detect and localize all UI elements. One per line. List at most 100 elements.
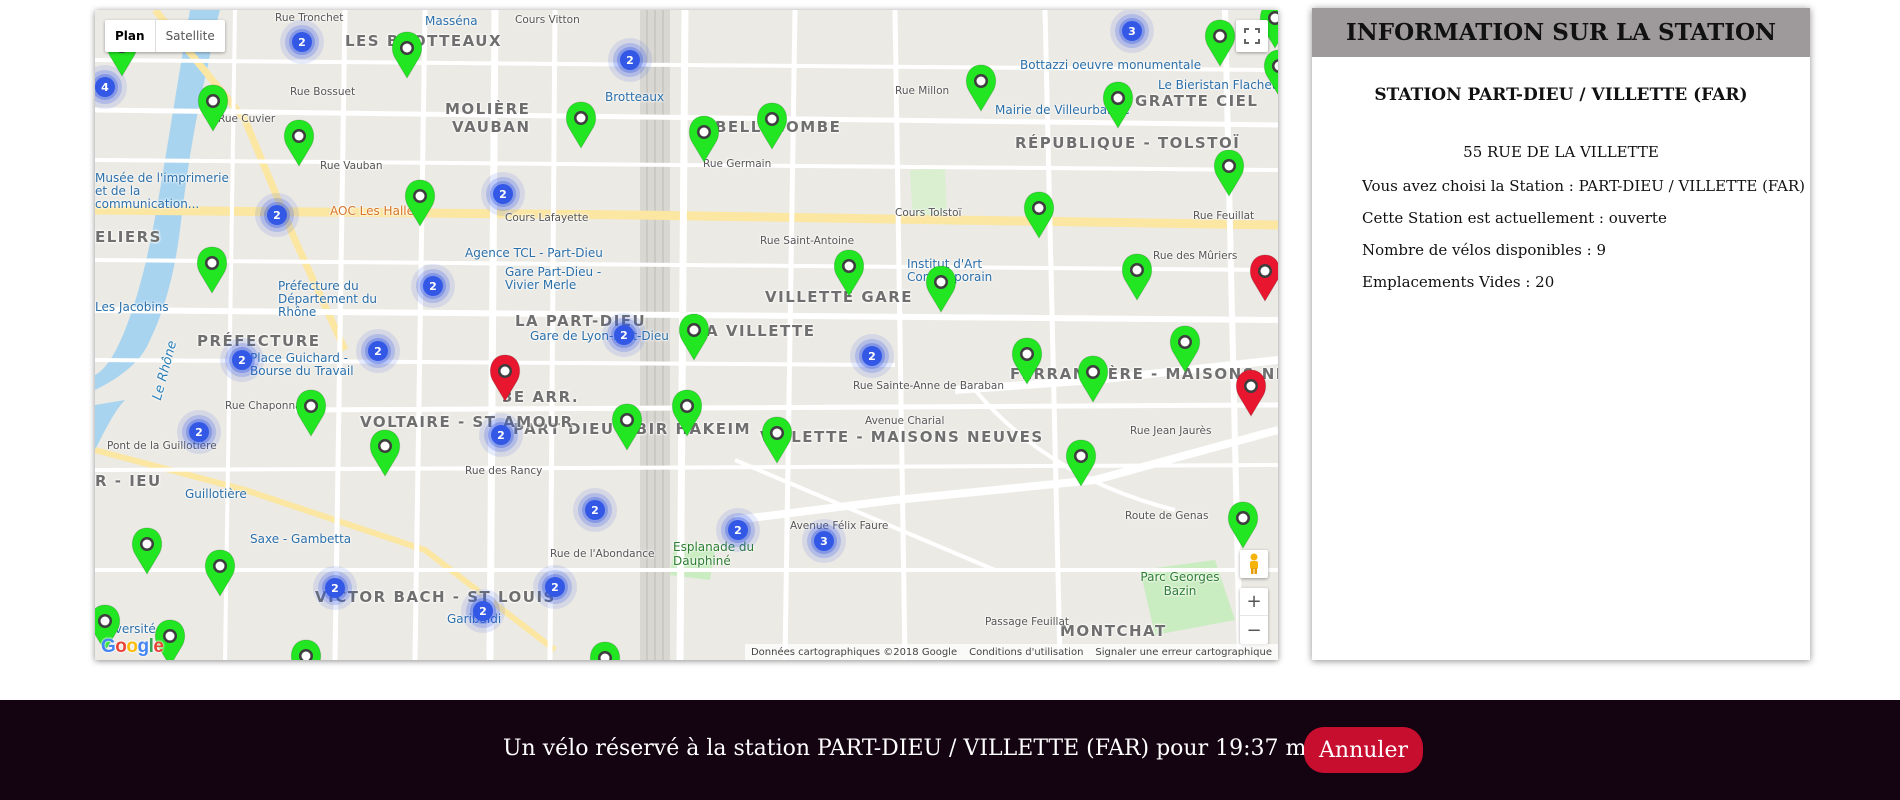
cluster-count: 2	[734, 524, 742, 537]
cluster-count: 2	[868, 350, 876, 363]
zoom-control[interactable]: + −	[1240, 588, 1268, 644]
cluster-count: 3	[1128, 25, 1136, 38]
station-marker-open[interactable]	[833, 249, 865, 297]
station-marker-open[interactable]	[196, 246, 228, 294]
station-marker-open[interactable]	[1023, 191, 1055, 239]
available-bikes-text: Nombre de vélos disponibles : 9	[1362, 241, 1606, 259]
station-marker-open[interactable]	[1227, 501, 1259, 549]
station-marker-open[interactable]	[565, 101, 597, 149]
station-marker-closed[interactable]	[489, 354, 521, 402]
station-marker-open[interactable]	[1263, 49, 1278, 96]
station-marker-open[interactable]	[756, 102, 788, 150]
map-attribution: Données cartographiques ©2018 Google Con…	[744, 644, 1278, 660]
cluster-count: 2	[591, 504, 599, 517]
station-marker-open[interactable]	[295, 389, 327, 437]
cluster-count: 2	[479, 605, 487, 618]
station-marker-open[interactable]	[611, 403, 643, 451]
station-marker-open[interactable]	[283, 119, 315, 167]
station-cluster[interactable]: 2	[716, 508, 760, 552]
cluster-count: 2	[497, 429, 505, 442]
cluster-count: 2	[273, 209, 281, 222]
cluster-count: 2	[238, 354, 246, 367]
pegman-icon	[1250, 553, 1258, 574]
station-cluster[interactable]: 3	[802, 519, 846, 563]
station-marker-open[interactable]	[1011, 337, 1043, 385]
station-info-panel: INFORMATION SUR LA STATION STATION PART-…	[1312, 8, 1810, 660]
station-marker-open[interactable]	[688, 115, 720, 163]
station-cluster[interactable]: 2	[177, 410, 221, 454]
station-cluster[interactable]: 2	[608, 38, 652, 82]
station-marker-open[interactable]	[1065, 439, 1097, 487]
station-name: STATION PART-DIEU / VILLETTE (FAR)	[1374, 85, 1748, 105]
station-marker-open[interactable]	[678, 313, 710, 361]
station-cluster[interactable]: 2	[602, 313, 646, 357]
cluster-count: 4	[101, 81, 109, 94]
station-marker-open[interactable]	[1121, 253, 1153, 301]
station-cluster[interactable]: 2	[533, 565, 577, 609]
station-marker-open[interactable]	[1102, 81, 1134, 129]
station-address: 55 RUE DE LA VILLETTE	[1463, 143, 1659, 161]
cluster-count: 2	[298, 36, 306, 49]
chosen-station-text: Vous avez choisi la Station : PART-DIEU …	[1362, 177, 1806, 195]
station-status-text: Cette Station est actuellement : ouverte	[1362, 209, 1667, 227]
station-cluster[interactable]: 3	[1110, 10, 1154, 53]
station-cluster[interactable]: 2	[573, 488, 617, 532]
station-cluster[interactable]: 2	[411, 264, 455, 308]
cluster-count: 2	[374, 345, 382, 358]
zoom-out-button[interactable]: −	[1240, 616, 1268, 644]
station-marker-open[interactable]	[1204, 19, 1236, 67]
station-marker-closed[interactable]	[1235, 369, 1267, 417]
station-marker-open[interactable]	[589, 641, 621, 660]
cluster-count: 2	[429, 280, 437, 293]
station-marker-open[interactable]	[965, 64, 997, 112]
station-marker-open[interactable]	[290, 639, 322, 660]
station-marker-open[interactable]	[1213, 149, 1245, 197]
station-cluster[interactable]: 2	[481, 172, 525, 216]
station-marker-open[interactable]	[204, 549, 236, 597]
report-error-link[interactable]: Signaler une erreur cartographique	[1095, 647, 1272, 658]
reservation-bar: Un vélo réservé à la station PART-DIEU /…	[0, 700, 1900, 800]
station-cluster[interactable]: 2	[850, 334, 894, 378]
map-type-toggle[interactable]: Plan Satellite	[105, 20, 225, 52]
attribution-data: Données cartographiques ©2018 Google	[750, 646, 958, 658]
cluster-count: 2	[620, 329, 628, 342]
cluster-count: 2	[331, 582, 339, 595]
fullscreen-button[interactable]	[1236, 20, 1268, 52]
zoom-in-button[interactable]: +	[1240, 588, 1268, 616]
station-marker-open[interactable]	[131, 527, 163, 575]
station-cluster[interactable]: 2	[280, 20, 324, 64]
cluster-count: 3	[820, 535, 828, 548]
station-cluster[interactable]: 2	[255, 193, 299, 237]
station-marker-open[interactable]	[369, 429, 401, 477]
station-cluster[interactable]: 2	[356, 329, 400, 373]
station-marker-open[interactable]	[1169, 325, 1201, 373]
map-type-satellite[interactable]: Satellite	[154, 20, 225, 52]
terms-link[interactable]: Conditions d'utilisation	[969, 647, 1083, 658]
station-cluster[interactable]: 2	[313, 566, 357, 610]
cluster-count: 2	[499, 188, 507, 201]
station-marker-open[interactable]	[671, 389, 703, 437]
station-marker-open[interactable]	[925, 265, 957, 313]
station-marker-closed[interactable]	[1249, 254, 1278, 302]
fullscreen-icon	[1244, 28, 1260, 44]
reservation-message: Un vélo réservé à la station PART-DIEU /…	[503, 736, 1328, 761]
google-logo: Google	[101, 636, 164, 657]
station-cluster[interactable]: 2	[479, 413, 523, 457]
info-panel-title: INFORMATION SUR LA STATION	[1312, 8, 1810, 57]
cluster-count: 2	[195, 426, 203, 439]
cancel-reservation-button[interactable]: Annuler	[1304, 727, 1423, 773]
station-marker-open[interactable]	[761, 416, 793, 464]
cluster-count: 2	[551, 581, 559, 594]
cluster-count: 2	[626, 54, 634, 67]
station-cluster[interactable]: 2	[461, 589, 505, 633]
station-marker-open[interactable]	[197, 84, 229, 132]
station-map[interactable]: LES BROTTEAUX MOLIÈRE VAUBAN BELLECOMBE …	[95, 10, 1278, 660]
station-marker-open[interactable]	[391, 31, 423, 79]
station-marker-open[interactable]	[1077, 355, 1109, 403]
station-cluster[interactable]: 2	[220, 338, 264, 382]
empty-slots-text: Emplacements Vides : 20	[1362, 273, 1555, 291]
station-marker-open[interactable]	[404, 179, 436, 227]
street-view-button[interactable]	[1240, 550, 1268, 578]
map-type-plan[interactable]: Plan	[105, 20, 155, 52]
marker-layer[interactable]: 2 4 2 3 2 2 2 2 2 2 2 2 2 2 2 3 2 2 2	[95, 10, 1278, 660]
